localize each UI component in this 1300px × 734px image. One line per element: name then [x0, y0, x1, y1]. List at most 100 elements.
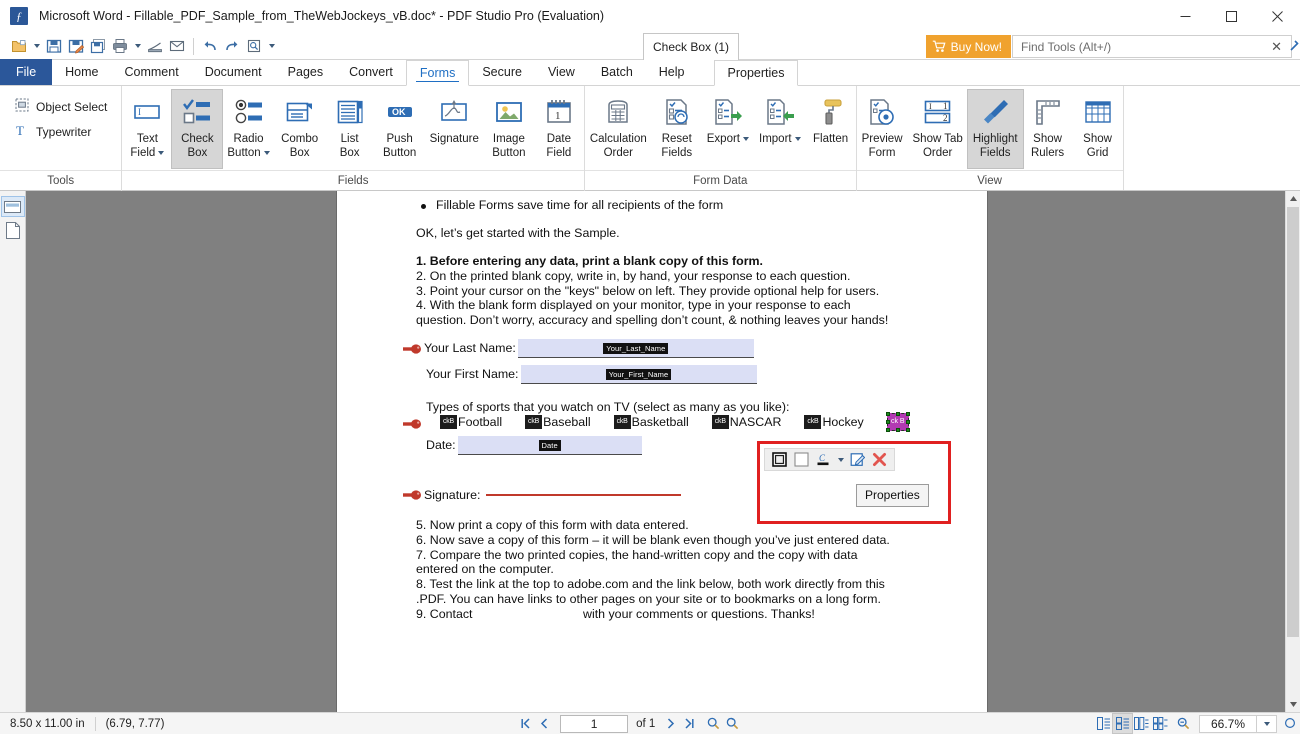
selected-checkbox-field[interactable]: ck B — [885, 412, 910, 432]
fit-page-button[interactable] — [1281, 714, 1300, 733]
two-page-mode-button[interactable] — [1132, 714, 1151, 733]
object-select-button[interactable]: Object Select — [8, 94, 115, 119]
check-box-button[interactable]: Check Box — [171, 89, 224, 169]
tab-forms[interactable]: Forms — [405, 60, 470, 86]
import-button[interactable]: Import — [754, 90, 806, 168]
selection-handle[interactable] — [905, 412, 910, 416]
selection-handle[interactable] — [895, 412, 900, 416]
selection-handle[interactable] — [885, 412, 890, 416]
print-dropdown[interactable] — [131, 35, 144, 58]
show-rulers-button[interactable]: Show Rulers — [1023, 90, 1073, 168]
date-field-button[interactable]: 1 Date Field — [534, 90, 584, 168]
save-all-button[interactable] — [87, 35, 109, 58]
text-field-first-name[interactable]: Your_First_Name — [520, 365, 757, 384]
undo-button[interactable] — [199, 35, 221, 58]
minimize-button[interactable] — [1162, 0, 1208, 33]
save-button[interactable] — [43, 35, 65, 58]
single-page-mode-button[interactable] — [1094, 714, 1113, 733]
combo-box-button[interactable]: Combo Box — [275, 90, 325, 168]
email-button[interactable] — [166, 35, 188, 58]
typewriter-button[interactable]: T Typewriter — [8, 119, 115, 144]
flatten-button[interactable]: Flatten — [806, 90, 856, 168]
chevron-down-icon[interactable] — [158, 150, 165, 155]
export-button[interactable]: Export — [702, 90, 754, 168]
chevron-down-icon[interactable] — [263, 150, 270, 155]
first-page-button[interactable] — [516, 714, 535, 733]
pdf-page[interactable]: Fillable Forms save time for all recipie… — [337, 191, 987, 712]
highlight-fields-button[interactable]: Highlight Fields — [966, 89, 1024, 169]
last-page-button[interactable] — [680, 714, 699, 733]
reset-fields-button[interactable]: Reset Fields — [652, 90, 702, 168]
zoom-out-button[interactable] — [1174, 714, 1193, 733]
signature-button[interactable]: Signature — [425, 90, 484, 168]
selection-handle[interactable] — [905, 428, 910, 432]
page-preview-button[interactable] — [243, 35, 265, 58]
red-x-icon[interactable] — [870, 450, 889, 469]
selection-handle[interactable] — [895, 428, 900, 432]
sidebar-item-bookmarks-panel[interactable] — [0, 196, 25, 217]
tab-home[interactable]: Home — [52, 59, 111, 85]
toolbar-more-dropdown[interactable] — [265, 35, 278, 58]
scan-button[interactable] — [144, 35, 166, 58]
redo-button[interactable] — [221, 35, 243, 58]
scroll-up-button[interactable] — [1286, 191, 1300, 206]
chevron-down-icon[interactable] — [743, 137, 750, 141]
selection-handle[interactable] — [905, 420, 910, 424]
tab-help[interactable]: Help — [646, 59, 698, 85]
tab-properties[interactable]: Properties — [713, 60, 799, 86]
open-file-dropdown[interactable] — [30, 35, 43, 58]
checkbox-field-nascar[interactable]: ckB NASCAR — [711, 415, 781, 430]
tab-view[interactable]: View — [535, 59, 588, 85]
checkbox-field-basketball[interactable]: ckB Basketball — [613, 415, 689, 430]
zoom-out-tool-button[interactable] — [704, 714, 723, 733]
two-page-continuous-mode-button[interactable] — [1151, 714, 1170, 733]
tab-convert[interactable]: Convert — [336, 59, 406, 85]
checkbox-field-football[interactable]: ckB Football — [440, 415, 502, 430]
show-tab-order-button[interactable]: 1 I 2 Show Tab Order — [908, 90, 968, 168]
chevron-down-icon[interactable] — [794, 137, 801, 141]
zoom-level-input[interactable]: 66.7% — [1199, 714, 1258, 733]
vertical-scrollbar[interactable] — [1285, 191, 1300, 712]
pencil-edit-icon[interactable] — [848, 450, 867, 469]
square-outline-icon[interactable] — [770, 450, 789, 469]
push-button-button[interactable]: OK Push Button — [375, 90, 425, 168]
preview-form-button[interactable]: Preview Form — [857, 90, 908, 168]
scroll-down-button[interactable] — [1286, 697, 1300, 712]
close-button[interactable] — [1254, 0, 1300, 33]
maximize-button[interactable] — [1208, 0, 1254, 33]
square-filled-icon[interactable] — [792, 450, 811, 469]
checkbox-field-hockey[interactable]: ckB Hockey — [804, 415, 864, 430]
selection-handle[interactable] — [885, 428, 890, 432]
tab-comment[interactable]: Comment — [112, 59, 192, 85]
sidebar-item-pages-panel[interactable] — [2, 221, 24, 240]
image-button-button[interactable]: Image Button — [484, 90, 534, 168]
date-field[interactable]: Date — [457, 436, 642, 455]
find-tools-input[interactable]: Find Tools (Alt+/) — [1021, 40, 1262, 54]
prev-page-button[interactable] — [535, 714, 554, 733]
show-grid-button[interactable]: Show Grid — [1073, 90, 1123, 168]
open-file-button[interactable] — [8, 35, 30, 58]
buy-now-button[interactable]: Buy Now! — [925, 35, 1011, 58]
checkbox-field-baseball[interactable]: ckB Baseball — [525, 415, 591, 430]
next-page-button[interactable] — [661, 714, 680, 733]
radio-button-button[interactable]: Radio Button — [222, 90, 274, 168]
find-tools-overflow-icon[interactable] — [1290, 39, 1300, 58]
tab-file[interactable]: File — [0, 59, 53, 85]
tab-secure[interactable]: Secure — [469, 59, 535, 85]
signature-field-line[interactable] — [486, 494, 682, 497]
document-selector-tab[interactable]: Check Box (1) — [643, 33, 740, 60]
font-color-dropdown-icon[interactable] — [836, 450, 845, 469]
selection-handle[interactable] — [885, 420, 890, 424]
calculation-order-button[interactable]: Calculation Order — [585, 90, 652, 168]
tab-batch[interactable]: Batch — [588, 59, 646, 85]
text-field-button[interactable]: I Text Field — [122, 90, 172, 168]
font-color-icon[interactable]: C — [814, 450, 833, 469]
continuous-mode-button[interactable] — [1112, 713, 1134, 734]
zoom-dropdown-button[interactable] — [1257, 714, 1278, 733]
find-tools-search[interactable]: Find Tools (Alt+/) ✕ — [1012, 35, 1292, 58]
scrollbar-thumb[interactable] — [1287, 207, 1299, 637]
save-as-button[interactable] — [65, 35, 87, 58]
zoom-in-tool-button[interactable] — [723, 714, 742, 733]
page-number-input[interactable]: 1 — [560, 714, 629, 733]
tab-document[interactable]: Document — [192, 59, 275, 85]
